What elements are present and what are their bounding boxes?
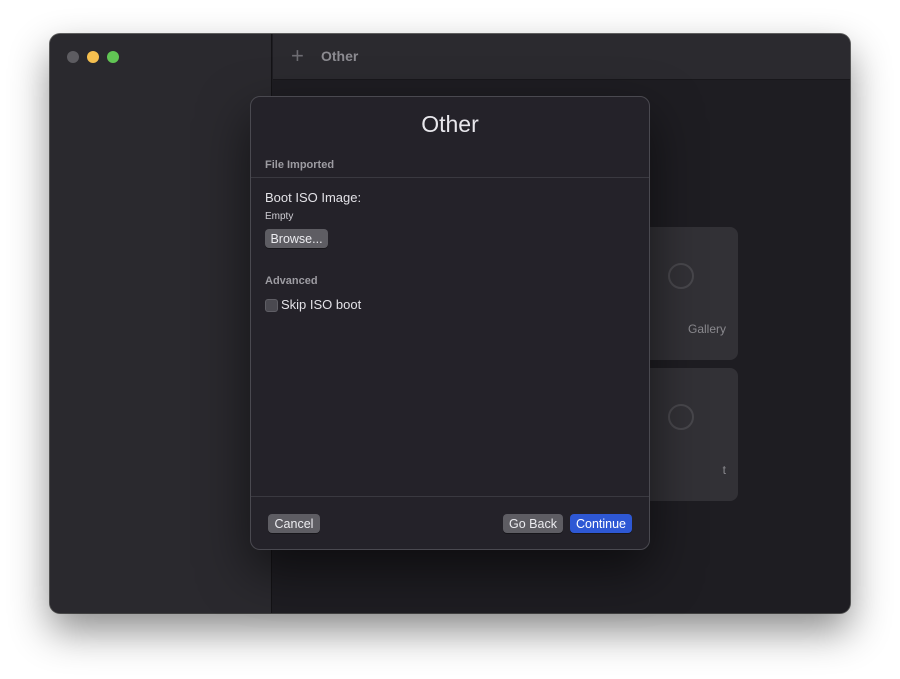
window-controls (67, 51, 119, 63)
go-back-button[interactable]: Go Back (503, 514, 563, 533)
boot-iso-label: Boot ISO Image: (265, 190, 362, 205)
option-icon (668, 404, 694, 430)
window-title: Other (321, 48, 359, 64)
gallery-card-label: Gallery (687, 322, 726, 336)
browse-button[interactable]: Browse... (265, 229, 328, 248)
sidebar (50, 34, 272, 613)
advanced-header: Advanced (265, 275, 318, 287)
wizard-dialog: Other File Imported Boot ISO Image: Empt… (250, 96, 650, 550)
skip-iso-checkbox[interactable] (265, 299, 278, 312)
boot-iso-value: Empty (265, 211, 294, 222)
titlebar: + Other (273, 34, 850, 80)
option-card-label: t (722, 463, 726, 477)
section-divider (251, 177, 649, 178)
plus-icon[interactable]: + (291, 45, 307, 67)
cancel-button[interactable]: Cancel (268, 514, 320, 533)
file-imported-header: File Imported (265, 159, 335, 171)
dialog-title: Other (421, 111, 479, 137)
footer-divider (251, 496, 649, 497)
gallery-icon (668, 263, 694, 289)
skip-iso-label[interactable]: Skip ISO boot (281, 297, 361, 312)
minimize-window-button[interactable] (87, 51, 99, 63)
close-window-button[interactable] (67, 51, 79, 63)
maximize-window-button[interactable] (107, 51, 119, 63)
continue-button[interactable]: Continue (570, 514, 632, 533)
